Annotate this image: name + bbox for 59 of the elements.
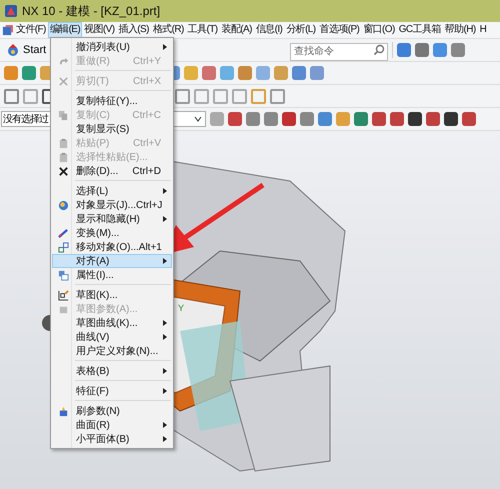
clipboard-icon [58, 138, 68, 148]
menu-item[interactable]: 装配(A) [219, 22, 254, 38]
menu-entry[interactable]: 撤消列表(U) [52, 40, 172, 54]
menu-item[interactable]: 信息(I) [254, 22, 284, 38]
menu-item[interactable]: H [478, 22, 488, 38]
toolbar-icon[interactable] [444, 112, 458, 126]
menu-entry[interactable]: 小平面体(B) [52, 432, 172, 446]
menu-item[interactable]: 分析(L) [284, 22, 318, 38]
window-title: NX 10 - 建模 - [KZ_01.prt] [22, 2, 160, 20]
menu-item[interactable]: 插入(S) [116, 22, 151, 38]
menu-entry[interactable]: 刷参数(N) [52, 404, 172, 418]
menu-entry[interactable]: 对齐(A) [52, 254, 172, 268]
menu-entry[interactable]: 属性(I)... [52, 268, 172, 282]
sketch-icon [58, 290, 68, 300]
menu-entry[interactable]: 表格(B) [52, 364, 172, 378]
menu-item[interactable]: GC工具箱 [396, 22, 443, 38]
properties-icon [58, 270, 68, 280]
menu-entry[interactable]: 草图曲线(K)... [52, 316, 172, 330]
menu-entry[interactable]: 复制显示(S) [52, 122, 172, 136]
menu-logo-icon [2, 24, 13, 36]
search-field[interactable]: 查找命令 [290, 42, 388, 60]
knob-drawing [42, 315, 50, 331]
menu-entry[interactable]: 移动对象(O)...Alt+1 [52, 240, 172, 254]
menu-entry[interactable]: 选择(L) [52, 184, 172, 198]
menu-entry[interactable]: 对象显示(J)...Ctrl+J [52, 198, 172, 212]
delete-icon [58, 166, 68, 176]
app-logo-icon [4, 4, 18, 18]
menu-entry[interactable]: 删除(D)... Ctrl+D [52, 164, 172, 178]
menu-item[interactable]: 首选项(P) [318, 22, 362, 38]
toolbar-icon[interactable] [408, 112, 422, 126]
clipboard-icon [58, 152, 68, 162]
menu-entry[interactable]: 变换(M)... [52, 226, 172, 240]
move-icon [58, 242, 68, 252]
scissors-icon [58, 76, 68, 86]
menu-item[interactable]: 格式(R) [150, 22, 186, 38]
menu-item[interactable]: 视图(V) [82, 22, 116, 38]
brush-icon [58, 406, 68, 416]
menu-entry[interactable]: 曲线(V) [52, 330, 172, 344]
display-icon [58, 200, 68, 210]
start-logo-icon [6, 43, 20, 57]
redo-icon [58, 56, 68, 66]
menu-entry[interactable]: 特征(F) [52, 384, 172, 398]
axis-label: Y [178, 303, 184, 313]
menu-item[interactable]: 编辑(E) [48, 22, 82, 38]
menu-entry[interactable]: 显示和隐藏(H) [52, 212, 172, 226]
menu-item[interactable]: 窗口(O) [361, 22, 397, 38]
copy-icon [58, 110, 68, 120]
dropdown-caret-icon [194, 116, 202, 122]
menu-entry[interactable]: 复制特征(Y)... [52, 94, 172, 108]
transform-icon [58, 228, 68, 238]
menu-item[interactable]: 帮助(H) [442, 22, 478, 38]
menu-item[interactable]: 工具(T) [186, 22, 220, 38]
menu-entry[interactable]: 草图(K)... [52, 288, 172, 302]
menu-entry[interactable]: 曲面(R) [52, 418, 172, 432]
menu-entry[interactable]: 用户定义对象(N)... [52, 344, 172, 358]
start-button[interactable]: Start [4, 40, 48, 60]
toolbar-icon[interactable] [282, 112, 296, 126]
search-icon [373, 44, 386, 56]
menu-item[interactable]: 文件(F) [14, 22, 48, 38]
